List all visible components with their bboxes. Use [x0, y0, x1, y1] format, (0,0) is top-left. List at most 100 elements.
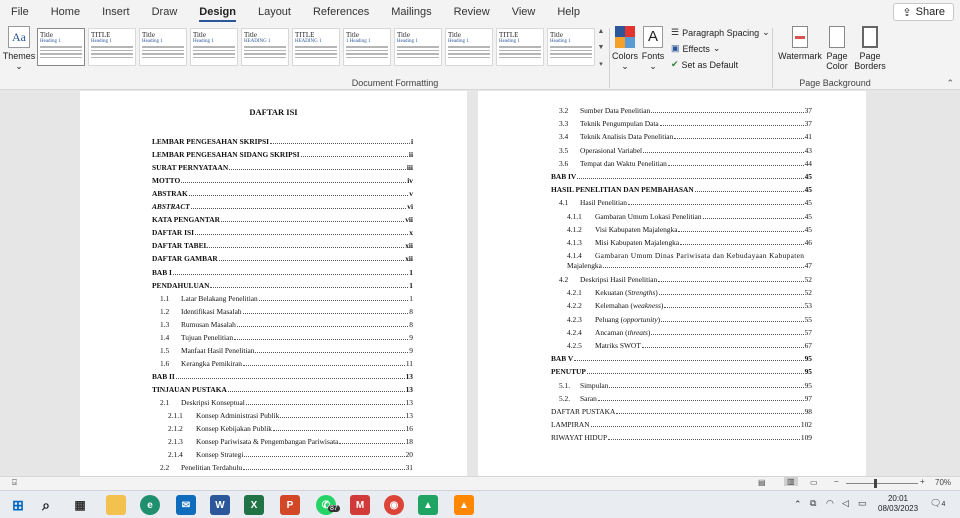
toc-entry[interactable]: 4.2 Deskripsi Hasil Penelitian 52 [559, 275, 812, 285]
toc-entry[interactable]: 1.3 Rumusan Masalah 8 [160, 320, 413, 330]
toc-entry[interactable]: LAMPIRAN 102 [551, 420, 812, 430]
toc-entry[interactable]: 4.2.4 Ancaman (threats) 57 [567, 328, 812, 338]
vlc-icon[interactable]: ▲ [454, 495, 474, 515]
powerpoint-icon[interactable]: P [280, 495, 300, 515]
scroll-up-icon[interactable]: ▲ [598, 28, 605, 35]
document-page-1[interactable]: DAFTAR ISI LEMBAR PENGESAHAN SKRIPSI i LEM… [80, 91, 467, 476]
tab-layout[interactable]: Layout [247, 0, 302, 24]
toc-entry[interactable]: DAFTAR PUSTAKA 98 [551, 407, 812, 417]
style-set-thumbnail[interactable]: Title Heading 1 [190, 28, 238, 66]
style-set-thumbnail[interactable]: Title Heading 1 [37, 28, 85, 66]
chrome-icon[interactable]: ◉ [384, 495, 404, 515]
toc-entry[interactable]: RIWAYAT HIDUP 109 [551, 433, 812, 443]
zoom-in-button[interactable]: + [920, 477, 925, 486]
tab-mailings[interactable]: Mailings [380, 0, 442, 24]
tab-insert[interactable]: Insert [91, 0, 141, 24]
tray-chevron-icon[interactable]: ⌃ [794, 499, 802, 510]
windows-start-icon[interactable]: ⊞ [8, 495, 28, 515]
mendeley-icon[interactable]: M [350, 495, 370, 515]
tab-home[interactable]: Home [40, 0, 91, 24]
scroll-down-icon[interactable]: ▼ [598, 44, 605, 51]
style-set-thumbnail[interactable]: Title Heading 1 [394, 28, 442, 66]
toc-entry[interactable]: PENDAHULUAN 1 [152, 281, 413, 291]
toc-entry[interactable]: 2.1 Deskripsi Konseptual 13 [160, 398, 413, 408]
google-drive-icon[interactable]: ▲ [418, 495, 438, 515]
toc-entry[interactable]: 3.2 Sumber Data Penelitian 37 [559, 106, 812, 116]
toc-entry[interactable]: 5.1. Simpulan 95 [559, 381, 812, 391]
paragraph-spacing-button[interactable]: ☰ Paragraph Spacing ⌄ [671, 27, 770, 38]
tab-file[interactable]: File [0, 0, 40, 24]
volume-icon[interactable]: ◁ [842, 498, 849, 509]
toc-entry[interactable]: MOTTO iv [152, 176, 413, 186]
tab-view[interactable]: View [501, 0, 547, 24]
toc-entry[interactable]: KATA PENGANTAR vii [152, 215, 413, 225]
zoom-out-button[interactable]: − [834, 477, 839, 486]
toc-entry[interactable]: 4.2.5 Matriks SWOT 67 [567, 341, 812, 351]
web-layout-icon[interactable]: ▭ [810, 478, 818, 487]
toc-entry[interactable]: 4.1.2 Visi Kabupaten Majalengka 45 [567, 225, 812, 235]
toc-entry[interactable]: 4.2.2 Kelemahan (weakness) 53 [567, 301, 812, 311]
toc-entry[interactable]: 5.2. Saran 97 [559, 394, 812, 404]
gallery-scroll[interactable]: ▲ ▼ ▾ [596, 28, 606, 68]
clock[interactable]: 20:01 08/03/2023 [878, 494, 918, 514]
print-layout-icon[interactable]: ▥ [784, 477, 798, 486]
search-icon[interactable]: ⌕ [36, 495, 56, 515]
toc-entry[interactable]: 2.2 Penelitian Terdahulu 31 [160, 463, 413, 473]
fonts-button[interactable]: A Fonts ⌄ [640, 26, 666, 71]
style-set-thumbnail[interactable]: TITLE HEADING 1 [292, 28, 340, 66]
word-icon[interactable]: W [210, 495, 230, 515]
gallery-more-icon[interactable]: ▾ [599, 60, 603, 68]
toc-entry[interactable]: LEMBAR PENGESAHAN SKRIPSI i [152, 137, 413, 147]
tab-references[interactable]: References [302, 0, 380, 24]
toc-entry[interactable]: BAB I 1 [152, 268, 413, 278]
style-set-thumbnail[interactable]: TITLE Heading 1 [88, 28, 136, 66]
edge-icon[interactable]: e [140, 495, 160, 515]
toc-entry[interactable]: 2.1.2 Konsep Kebijakan Publik 16 [168, 424, 413, 434]
style-set-thumbnail[interactable]: Title HEADING 1 [241, 28, 289, 66]
toc-entry[interactable]: 1.2 Identifikasi Masalah 8 [160, 307, 413, 317]
toc-entry[interactable]: SURAT PERNYATAAN iii [152, 163, 413, 173]
toc-entry[interactable]: ABSTRACT vi [152, 202, 413, 212]
zoom-level[interactable]: 70% [935, 478, 951, 487]
effects-button[interactable]: ▣ Effects ⌄ [671, 43, 720, 54]
accessibility-icon[interactable]: ⍈ [12, 478, 17, 488]
toc-entry[interactable]: LEMBAR PENGESAHAN SIDANG SKRIPSI ii [152, 150, 413, 160]
tab-review[interactable]: Review [443, 0, 501, 24]
toc-entry-continuation[interactable]: Majalengka 47 [567, 261, 812, 271]
notification-icon[interactable]: 🗨4 [930, 498, 945, 509]
tab-design[interactable]: Design [188, 0, 247, 24]
toc-entry[interactable]: HASIL PENELITIAN DAN PEMBAHASAN 45 [551, 185, 812, 195]
tray-app-icon[interactable]: ⧉ [810, 498, 816, 509]
style-set-thumbnail[interactable]: TITLE Heading 1 [496, 28, 544, 66]
zoom-slider[interactable] [846, 479, 918, 488]
toc-entry[interactable]: 2.1.3 Konsep Pariwisata & Pengembangan Pa… [168, 437, 413, 447]
toc-entry[interactable]: 1.5 Manfaat Hasil Penelitian 9 [160, 346, 413, 356]
style-set-thumbnail[interactable]: Title Heading 1 [445, 28, 493, 66]
style-set-thumbnail[interactable]: Title Heading 1 [547, 28, 595, 66]
toc-entry[interactable]: 4.1 Hasil Penelitian 45 [559, 198, 812, 208]
colors-button[interactable]: Colors ⌄ [612, 26, 638, 71]
toc-entry[interactable]: 4.2.1 Kekuatan (Strengths) 52 [567, 288, 812, 298]
toc-entry[interactable]: BAB IV 45 [551, 172, 812, 182]
toc-entry[interactable]: BAB II 13 [152, 372, 413, 382]
toc-entry[interactable]: TINJAUAN PUSTAKA 13 [152, 385, 413, 395]
toc-entry[interactable]: ABSTRAK v [152, 189, 413, 199]
tab-help[interactable]: Help [546, 0, 591, 24]
toc-entry[interactable]: 4.2.3 Peluang (opportunity) 55 [567, 315, 812, 325]
toc-entry[interactable]: 3.6 Tempat dan Waktu Penelitian 44 [559, 159, 812, 169]
toc-entry[interactable]: DAFTAR ISI x [152, 228, 413, 238]
toc-entry[interactable]: DAFTAR TABEL xii [152, 241, 413, 251]
toc-entry[interactable]: 4.1.3 Misi Kabupaten Majalengka 46 [567, 238, 812, 248]
share-button[interactable]: ⇪ Share [893, 3, 954, 21]
document-page-2[interactable]: 3.2 Sumber Data Penelitian 37 3.3 Teknik Pen… [478, 91, 866, 476]
style-set-thumbnail[interactable]: Title Heading 1 [139, 28, 187, 66]
toc-entry[interactable]: 3.4 Teknik Analisis Data Penelitian 41 [559, 132, 812, 142]
mail-icon[interactable]: ✉ [176, 495, 196, 515]
toc-entry[interactable]: 2.1.1 Konsep Administrasi Publik 13 [168, 411, 413, 421]
wifi-icon[interactable]: ◠ [826, 498, 834, 509]
tab-draw[interactable]: Draw [141, 0, 189, 24]
toc-entry[interactable]: 1.6 Kerangka Pemikiran 11 [160, 359, 413, 369]
task-view-icon[interactable]: ▦ [70, 495, 90, 515]
toc-entry[interactable]: 3.3 Teknik Pengumpulan Data 37 [559, 119, 812, 129]
zoom-slider-thumb[interactable] [874, 479, 877, 488]
